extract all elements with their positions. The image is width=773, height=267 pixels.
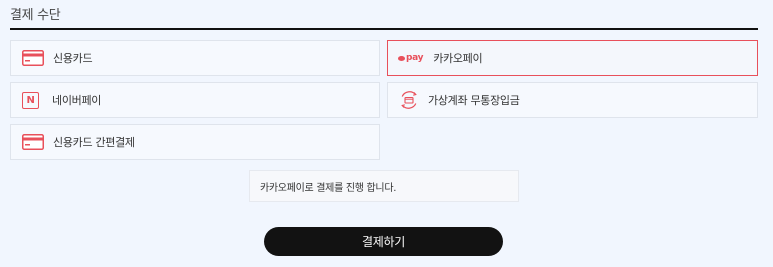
payment-method-section: 결제 수단 신용카드 pay 카카오페이 N 네이버페이 가상계좌 무통장입금 … [0,0,773,267]
title-divider [10,28,758,30]
bank-transfer-icon [388,90,419,110]
pay-button[interactable]: 결제하기 [264,227,503,256]
credit-card-icon [11,134,44,150]
payment-option-easy-card[interactable]: 신용카드 간편결제 [10,124,380,160]
payment-option-label: 네이버페이 [52,94,102,107]
payment-notice: 카카오페이로 결제를 진행 합니다. [249,170,519,202]
section-title: 결제 수단 [10,8,61,23]
kakaopay-logo-text: pay [406,53,424,63]
payment-option-label: 가상계좌 무통장입금 [428,94,520,107]
naver-logo-icon: N [22,91,39,109]
payment-option-naverpay[interactable]: N 네이버페이 [10,82,380,118]
payment-option-virtual-account[interactable]: 가상계좌 무통장입금 [387,82,758,118]
credit-card-icon [11,50,44,66]
payment-option-kakaopay[interactable]: pay 카카오페이 [387,40,758,76]
payment-option-credit-card[interactable]: 신용카드 [10,40,380,76]
payment-option-label: 카카오페이 [433,52,483,65]
payment-option-label: 신용카드 간편결제 [53,136,135,149]
payment-option-label: 신용카드 [53,52,93,65]
kakaopay-logo-icon: pay [398,53,424,63]
